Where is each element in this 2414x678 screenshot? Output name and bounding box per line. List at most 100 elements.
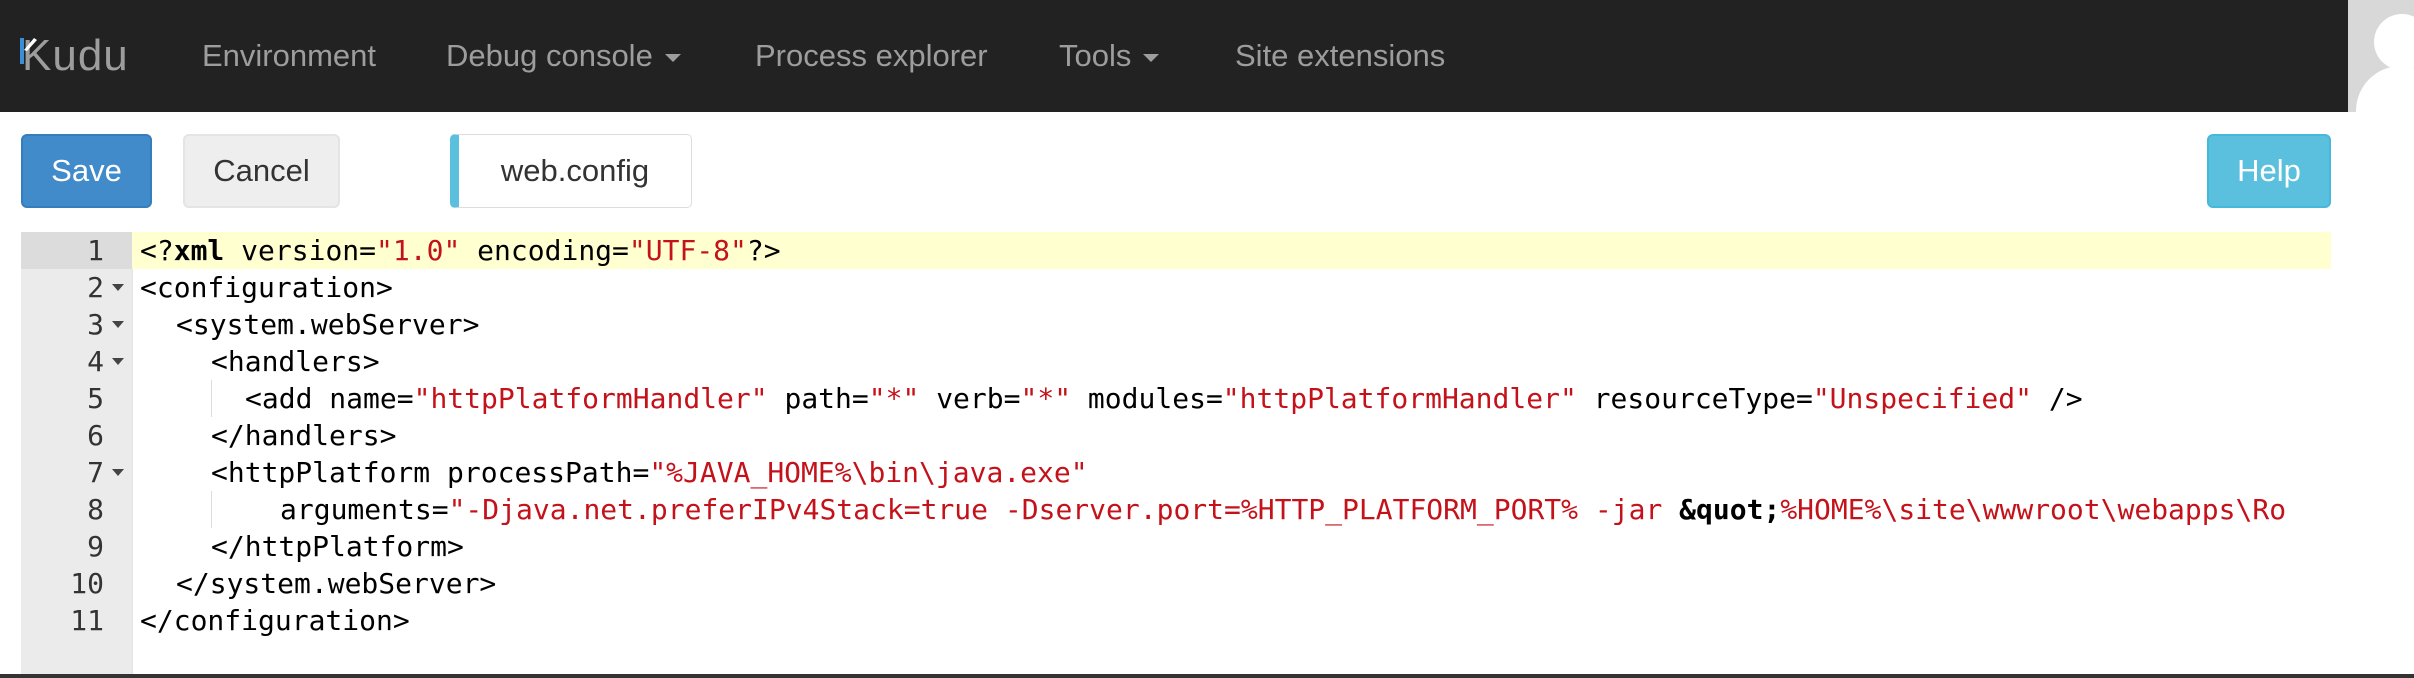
code-line-6[interactable]: 6 </handlers> — [21, 417, 2331, 454]
line-number-text: 3 — [87, 308, 104, 341]
code-text: <configuration> — [140, 271, 393, 304]
token-attr: processPath= — [430, 456, 650, 489]
fold-arrow-icon[interactable] — [112, 284, 124, 291]
code-text: <add name="httpPlatformHandler" path="*"… — [245, 380, 2083, 417]
token-string: "1.0" — [376, 234, 461, 267]
line-number-text: 7 — [87, 456, 104, 489]
token-attr: version= — [224, 234, 377, 267]
token-tag: <add — [245, 382, 313, 415]
code-line-4[interactable]: 4 <handlers> — [21, 343, 2331, 380]
nav-debug-console-label: Debug console — [446, 38, 653, 73]
code-text: </httpPlatform> — [211, 530, 464, 563]
code-line-7[interactable]: 7 <httpPlatform processPath="%JAVA_HOME%… — [21, 454, 2331, 491]
avatar-body-shape — [2356, 66, 2414, 112]
code-text: <httpPlatform processPath="%JAVA_HOME%\b… — [211, 454, 1088, 491]
line-number-text: 9 — [87, 530, 104, 563]
line-number-text: 5 — [87, 382, 104, 415]
token-string: "httpPlatformHandler" — [413, 382, 768, 415]
token-string: "%JAVA_HOME%\bin\java.exe" — [649, 456, 1088, 489]
line-number: 11 — [21, 602, 132, 639]
code-line-8[interactable]: 8 arguments="-Djava.net.preferIPv4Stack=… — [21, 491, 2331, 528]
code-line-11[interactable]: 11 </configuration> — [21, 602, 2331, 639]
token-attr: modules= — [1071, 382, 1223, 415]
indent-guide — [211, 491, 212, 528]
code-text: <system.webServer> — [176, 308, 480, 341]
line-number-text: 8 — [87, 493, 104, 526]
kudu-logo-icon — [20, 38, 37, 64]
nav-environment[interactable]: Environment — [202, 0, 376, 112]
code-text: <?xml version="1.0" encoding="UTF-8"?> — [140, 232, 781, 269]
line-number-text: 11 — [70, 604, 104, 637]
token-string: "-Djava.net.preferIPv4Stack=true -Dserve… — [448, 493, 1680, 526]
nav-site-extensions-label: Site extensions — [1235, 38, 1446, 73]
code-line-9[interactable]: 9 </httpPlatform> — [21, 528, 2331, 565]
token-string: %HOME%\site\wwwroot\webapps\Ro — [1780, 493, 2287, 526]
line-number: 8 — [21, 491, 132, 528]
token-string: "*" — [1020, 382, 1072, 415]
code-text: arguments="-Djava.net.preferIPv4Stack=tr… — [280, 491, 2286, 528]
code-editor[interactable]: 1 <?xml version="1.0" encoding="UTF-8"?>… — [21, 232, 2331, 678]
fold-arrow-icon[interactable] — [112, 321, 124, 328]
line-number-text: 6 — [87, 419, 104, 452]
fold-arrow-icon[interactable] — [112, 358, 124, 365]
avatar-head-shape — [2374, 14, 2414, 70]
token-punct: <? — [140, 234, 174, 267]
code-text: </system.webServer> — [176, 567, 497, 600]
caret-down-icon — [664, 54, 681, 62]
nav-site-extensions[interactable]: Site extensions — [1235, 0, 1445, 112]
token-xml-keyword: xml — [173, 234, 225, 267]
token-string: "UTF-8" — [628, 234, 747, 267]
code-line-3[interactable]: 3 <system.webServer> — [21, 306, 2331, 343]
token-entity: &quot; — [1679, 493, 1781, 526]
code-text: <handlers> — [211, 345, 380, 378]
line-number: 7 — [21, 454, 132, 491]
caret-down-icon — [1143, 54, 1160, 62]
brand-text: Kudu — [22, 31, 129, 80]
token-tag: /> — [2031, 382, 2083, 415]
indent-guide — [211, 380, 212, 417]
token-attr: verb= — [919, 382, 1021, 415]
line-number: 1 — [21, 232, 132, 269]
token-tag: <httpPlatform — [211, 456, 431, 489]
line-number-text: 1 — [87, 234, 104, 267]
token-attr: encoding= — [460, 234, 629, 267]
token-attr: arguments= — [280, 493, 449, 526]
code-text: </configuration> — [140, 604, 410, 637]
help-button[interactable]: Help — [2207, 134, 2331, 208]
user-avatar[interactable] — [2348, 0, 2414, 112]
nav-process-explorer-label: Process explorer — [755, 38, 988, 73]
line-number: 5 — [21, 380, 132, 417]
line-number: 2 — [21, 269, 132, 306]
line-number-text: 10 — [70, 567, 104, 600]
file-name-label: web.config — [450, 134, 692, 208]
code-line-2[interactable]: 2 <configuration> — [21, 269, 2331, 306]
line-number: 4 — [21, 343, 132, 380]
code-line-10[interactable]: 10 </system.webServer> — [21, 565, 2331, 602]
kudu-logo[interactable]: Kudu — [20, 26, 129, 86]
line-number: 3 — [21, 306, 132, 343]
token-attr: path= — [767, 382, 869, 415]
token-string: "httpPlatformHandler" — [1222, 382, 1577, 415]
fold-arrow-icon[interactable] — [112, 469, 124, 476]
token-attr: name= — [312, 382, 414, 415]
code-line-5[interactable]: 5 <add name="httpPlatformHandler" path="… — [21, 380, 2331, 417]
cancel-button[interactable]: Cancel — [183, 134, 340, 208]
token-attr: resourceType= — [1576, 382, 1813, 415]
token-string: "Unspecified" — [1812, 382, 2032, 415]
line-number-text: 2 — [87, 271, 104, 304]
nav-tools-label: Tools — [1059, 38, 1132, 73]
editor-bottom-border — [0, 674, 2414, 678]
nav-environment-label: Environment — [202, 38, 377, 73]
code-text: </handlers> — [211, 419, 397, 452]
line-number: 6 — [21, 417, 132, 454]
line-number: 10 — [21, 565, 132, 602]
code-line-1[interactable]: 1 <?xml version="1.0" encoding="UTF-8"?> — [21, 232, 2331, 269]
nav-debug-console[interactable]: Debug console — [446, 0, 681, 112]
line-number-text: 4 — [87, 345, 104, 378]
nav-process-explorer[interactable]: Process explorer — [755, 0, 988, 112]
line-number: 9 — [21, 528, 132, 565]
top-navbar: Kudu Environment Debug console Process e… — [0, 0, 2414, 112]
save-button[interactable]: Save — [21, 134, 152, 208]
nav-tools[interactable]: Tools — [1059, 0, 1160, 112]
token-punct: ?> — [746, 234, 781, 267]
